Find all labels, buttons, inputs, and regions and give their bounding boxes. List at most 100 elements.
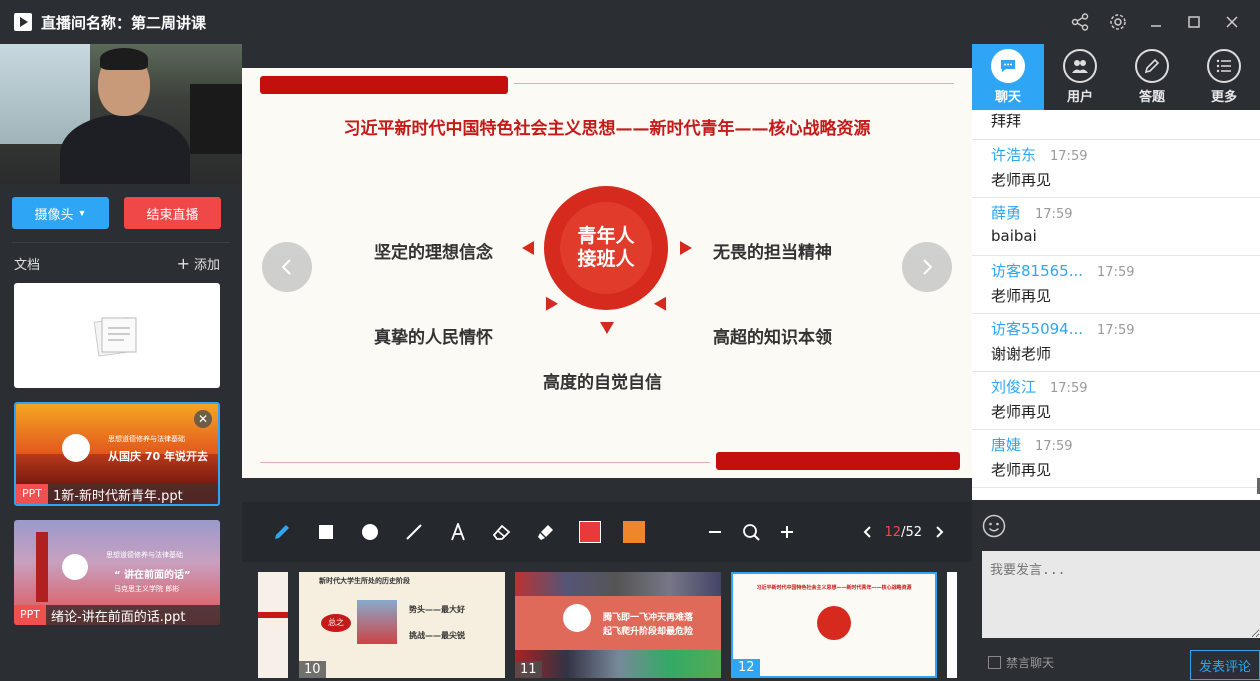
slide-center-line-1: 青年人 xyxy=(577,225,635,248)
side-tabs: 聊天 用户 答题 更多 xyxy=(972,44,1260,110)
thumb-title: 习近平新时代中国特色社会主义思想——新时代青年——核心战略资源 xyxy=(756,585,912,591)
rectangle-tool-icon[interactable] xyxy=(304,512,348,552)
presentation-area: 习近平新时代中国特色社会主义思想——新时代青年——核心战略资源 青年人 接班人 坚… xyxy=(242,44,972,681)
document-card-1[interactable]: 思想道德修养与法律基础 从国庆 70 年说开去 ✕ PPT 1新-新时代新青年.… xyxy=(14,402,220,506)
settings-gear-icon[interactable] xyxy=(1100,4,1136,40)
tab-chat[interactable]: 聊天 xyxy=(972,44,1044,110)
camera-background-screen xyxy=(190,84,242,154)
slide-item-bottom: 高度的自觉自信 xyxy=(543,373,662,393)
emblem-icon xyxy=(62,554,88,580)
close-icon[interactable] xyxy=(1214,4,1250,40)
slide-thumbnail-current[interactable]: 习近平新时代中国特色社会主义思想——新时代青年——核心战略资源 12 xyxy=(731,572,937,678)
next-slide-button[interactable] xyxy=(902,242,952,292)
slide-item-top-left: 坚定的理想信念 xyxy=(374,243,493,263)
zoom-in-icon[interactable] xyxy=(772,512,802,552)
chat-message-partial: 拜拜 xyxy=(972,110,1260,140)
blank-document-card[interactable] xyxy=(14,283,220,388)
thumb-center-circle xyxy=(817,606,851,640)
caret-down-icon: ▼ xyxy=(77,208,87,218)
text-tool-icon[interactable] xyxy=(436,512,480,552)
end-live-button[interactable]: 结束直播 xyxy=(124,197,221,229)
document-label-bar: PPT 绪论-讲在前面的话.ppt xyxy=(14,605,220,625)
emblem-icon xyxy=(62,434,90,462)
app-logo-icon xyxy=(14,13,32,31)
file-type-badge: PPT xyxy=(16,484,48,504)
tab-chat-label: 聊天 xyxy=(994,90,1021,105)
previous-slide-button[interactable] xyxy=(262,242,312,292)
chat-message-header: 许浩东 17:59 xyxy=(991,144,1241,165)
tab-quiz[interactable]: 答题 xyxy=(1116,44,1188,110)
slide-thumbnail-partial[interactable] xyxy=(947,572,957,678)
documents-header: 文档 + 添加 xyxy=(0,243,242,283)
chat-message: 唐婕 17:59 老师再见 xyxy=(972,430,1260,488)
page-total: /52 xyxy=(901,524,922,540)
chat-composer: 禁言聊天 发表评论 xyxy=(972,500,1260,681)
pen-color-picker[interactable] xyxy=(568,512,612,552)
add-document-label: 添加 xyxy=(193,257,220,273)
page-indicator: 12/52 xyxy=(885,525,922,540)
document-filename: 1新-新时代新青年.ppt xyxy=(53,488,183,504)
triangle-down-icon xyxy=(600,322,614,334)
line-tool-icon[interactable] xyxy=(392,512,436,552)
chat-message-header: 薛勇 17:59 xyxy=(991,202,1241,223)
share-icon[interactable] xyxy=(1062,4,1098,40)
chat-message-header: 访客81565... 17:59 xyxy=(991,260,1241,281)
current-slide: 习近平新时代中国特色社会主义思想——新时代青年——核心战略资源 青年人 接班人 坚… xyxy=(242,68,972,478)
slide-thumbnail[interactable]: 腾飞即一飞冲天再难落 起飞爬升阶段却最危险 11 xyxy=(515,572,721,678)
chat-messages[interactable]: 拜拜 许浩东 17:59 老师再见 薛勇 17:59 baibai 访客81565.… xyxy=(972,110,1260,500)
maximize-icon[interactable] xyxy=(1176,4,1212,40)
send-comment-button[interactable]: 发表评论 xyxy=(1190,650,1260,680)
eraser-tool-icon[interactable] xyxy=(480,512,524,552)
document-filename: 绪论-讲在前面的话.ppt xyxy=(51,609,186,625)
fill-color-picker[interactable] xyxy=(612,512,656,552)
list-icon xyxy=(1207,49,1241,83)
slide-item-top-right: 无畏的担当精神 xyxy=(713,243,832,263)
chevron-right-icon xyxy=(923,259,933,275)
page-navigator: 12/52 xyxy=(855,512,952,552)
slide-item-bottom-left: 真挚的人民情怀 xyxy=(374,328,493,348)
fill-color-swatch xyxy=(623,521,645,543)
minimize-icon[interactable] xyxy=(1138,4,1174,40)
chat-time: 17:59 xyxy=(1050,381,1088,396)
tab-more-label: 更多 xyxy=(1210,90,1237,105)
doc-thumb-subtitle: 思想道德修养与法律基础 xyxy=(108,435,185,443)
slide-center-circle: 青年人 接班人 xyxy=(544,186,668,310)
tab-users[interactable]: 用户 xyxy=(1044,44,1116,110)
slide-thumbnail[interactable]: 新时代大学生所处的历史阶段 总之 势头——最大好 挑战——最尖锐 10 xyxy=(299,572,505,678)
slide-top-bar xyxy=(260,76,508,94)
page-prev-icon[interactable] xyxy=(855,512,879,552)
emoji-icon[interactable] xyxy=(982,514,1006,538)
thumb-number: 12 xyxy=(733,659,760,676)
mute-chat-label: 禁言聊天 xyxy=(1006,656,1055,670)
thumb-number: 10 xyxy=(299,661,326,678)
tab-quiz-label: 答题 xyxy=(1138,90,1165,105)
pen-tool-icon[interactable] xyxy=(260,512,304,552)
thumb-number: 11 xyxy=(515,661,542,678)
thumb-photo-strip-top xyxy=(515,572,721,596)
chat-input[interactable] xyxy=(982,551,1260,638)
remove-document-icon[interactable]: ✕ xyxy=(194,410,212,428)
doc-thumb-title: 从国庆 70 年说开去 xyxy=(108,450,208,463)
slide-bottom-line xyxy=(260,462,710,463)
add-document-button[interactable]: + 添加 xyxy=(177,254,220,273)
tab-more[interactable]: 更多 xyxy=(1188,44,1260,110)
slide-bottom-bar xyxy=(716,452,960,470)
camera-button[interactable]: 摄像头 ▼ xyxy=(12,197,109,229)
title-bar: 直播间名称：第二周讲课 xyxy=(0,0,1260,44)
mute-chat-checkbox[interactable]: 禁言聊天 xyxy=(988,654,1054,671)
camera-button-label: 摄像头 xyxy=(34,206,74,222)
circle-tool-icon[interactable] xyxy=(348,512,392,552)
page-next-icon[interactable] xyxy=(928,512,952,552)
file-type-badge: PPT xyxy=(14,605,46,625)
chat-time: 17:59 xyxy=(1050,149,1088,164)
tab-users-label: 用户 xyxy=(1066,90,1093,105)
camera-presenter-body xyxy=(60,114,190,184)
chat-sender: 唐婕 xyxy=(991,436,1022,454)
zoom-out-icon[interactable] xyxy=(700,512,730,552)
page-current: 12 xyxy=(884,524,902,540)
document-card-2[interactable]: 思想道德修养与法律基础 “ 讲在前面的话” 马克思主义学院 郎彬 PPT 绪论-… xyxy=(14,520,220,625)
clear-brush-icon[interactable] xyxy=(524,512,568,552)
chat-text: 谢谢老师 xyxy=(991,345,1052,363)
slide-thumbnail-partial[interactable] xyxy=(258,572,288,678)
zoom-fit-icon[interactable] xyxy=(736,512,766,552)
